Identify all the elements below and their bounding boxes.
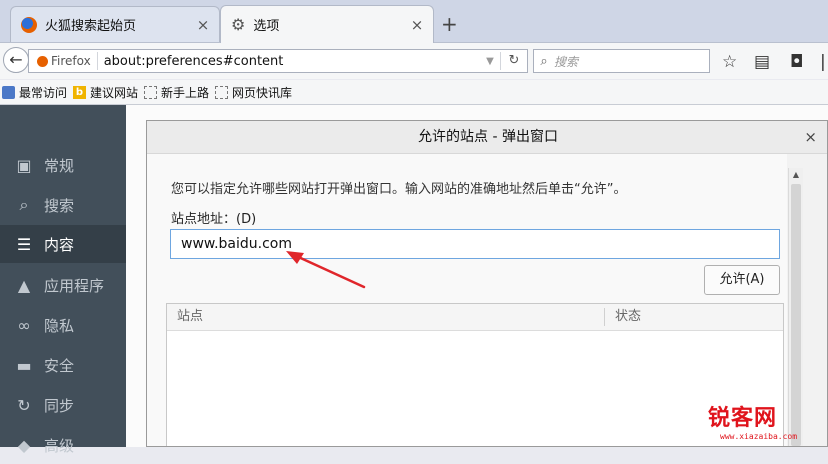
dialog-body: 您可以指定允许哪些网站打开弹出窗口。输入网站的准确地址然后单击“允许”。 站点地… [147, 154, 787, 446]
tab-label: 火狐搜索起始页 [45, 19, 137, 34]
pocket-icon[interactable]: ◘ [790, 52, 803, 72]
sidebar-item-label: 常规 [44, 156, 75, 175]
menu-icon[interactable]: | [820, 52, 826, 72]
gear-icon: ⚙ [231, 14, 246, 34]
sidebar-item-label: 内容 [44, 235, 75, 254]
site-identity[interactable]: Firefox [29, 52, 98, 70]
sidebar-item-label: 隐私 [44, 316, 75, 335]
sync-icon: ↻ [17, 395, 31, 415]
sidebar-item-label: 高级 [44, 436, 75, 455]
column-header-site[interactable]: 站点 [177, 304, 203, 330]
tab-firefox-start[interactable]: 火狐搜索起始页 × [10, 6, 220, 42]
reading-list-icon[interactable]: ▤ [754, 52, 770, 72]
firefox-icon [37, 55, 48, 67]
history-dropdown-icon[interactable]: ▼ [480, 56, 500, 67]
bookmark-web-slice-gallery[interactable]: 网页快讯库 [215, 84, 292, 101]
bookmark-icon [215, 85, 229, 99]
annotation-arrow [286, 251, 366, 289]
scroll-up-icon[interactable]: ▲ [789, 168, 803, 182]
bookmark-label: 最常访问 [19, 85, 68, 100]
bookmark-label: 建议网站 [90, 85, 139, 100]
search-icon: ⌕ [19, 195, 29, 214]
search-icon: ⌕ [540, 53, 548, 69]
address-label: 站点地址：(D) [171, 212, 257, 227]
sites-table: 站点 状态 [166, 303, 784, 446]
close-tab-icon[interactable]: × [409, 16, 425, 34]
rocket-icon: ▲ [17, 275, 31, 295]
url-bar[interactable]: Firefox about:preferences#content ▼ ↻ [28, 49, 528, 73]
tab-options[interactable]: ⚙ 选项 × [220, 5, 434, 43]
bing-icon: b [73, 85, 87, 99]
search-placeholder: 搜索 [554, 54, 579, 69]
folder-icon [2, 85, 15, 99]
search-input[interactable]: ⌕ 搜索 [533, 49, 710, 73]
column-header-status[interactable]: 状态 [615, 304, 641, 330]
content-icon: ☰ [16, 234, 32, 254]
site-address-input[interactable] [170, 229, 780, 259]
navigation-bar: Firefox about:preferences#content ▼ ↻ ← … [0, 43, 828, 79]
mask-icon: ∞ [17, 315, 31, 335]
sidebar-item-label: 应用程序 [44, 276, 105, 295]
watermark: 锐客网 www.xiazaiba.com [700, 388, 828, 447]
bookmark-suggested-sites[interactable]: b 建议网站 [73, 84, 138, 101]
preferences-sidebar: ▣ 常规 ⌕ 搜索 ☰ 内容 ▲ 应用程序 ∞ 隐私 ▬ 安全 ↻ 同步 ◆ 高… [0, 105, 126, 455]
sidebar-item-security[interactable]: ▬ 安全 [0, 346, 126, 384]
firefox-icon [21, 16, 37, 33]
back-button[interactable]: ← [3, 47, 29, 73]
sidebar-item-label: 搜索 [44, 196, 75, 215]
table-header: 站点 状态 [167, 304, 783, 331]
bookmark-label: 网页快讯库 [232, 85, 293, 100]
sidebar-item-label: 同步 [44, 396, 75, 415]
dialog-description: 您可以指定允许哪些网站打开弹出窗口。输入网站的准确地址然后单击“允许”。 [171, 182, 627, 197]
advanced-icon: ◆ [17, 435, 31, 455]
column-divider [604, 308, 605, 326]
sidebar-item-content[interactable]: ☰ 内容 [0, 225, 126, 263]
general-icon: ▣ [16, 155, 32, 175]
url-text[interactable]: about:preferences#content [98, 54, 480, 69]
sidebar-item-advanced[interactable]: ◆ 高级 [0, 426, 126, 464]
sidebar-item-search[interactable]: ⌕ 搜索 [0, 186, 126, 224]
sidebar-item-general[interactable]: ▣ 常规 [0, 146, 126, 184]
sidebar-item-applications[interactable]: ▲ 应用程序 [0, 266, 126, 304]
watermark-text: 锐客网 [708, 406, 778, 431]
identity-label: Firefox [51, 54, 91, 68]
watermark-url: www.xiazaiba.com [720, 432, 798, 441]
tab-label: 选项 [253, 19, 280, 34]
bookmark-label: 新手上路 [161, 85, 210, 100]
tab-strip: 火狐搜索起始页 × ⚙ 选项 × + [0, 0, 828, 43]
bookmark-getting-started[interactable]: 新手上路 [144, 84, 209, 101]
close-icon[interactable]: × [804, 128, 817, 146]
bookmark-star-icon[interactable]: ☆ [722, 52, 737, 72]
sidebar-item-label: 安全 [44, 356, 75, 375]
new-tab-button[interactable]: + [441, 12, 458, 36]
close-tab-icon[interactable]: × [195, 16, 211, 34]
sidebar-item-privacy[interactable]: ∞ 隐私 [0, 306, 126, 344]
reload-icon[interactable]: ↻ [500, 52, 527, 70]
security-icon: ▬ [16, 355, 32, 375]
bookmarks-toolbar: 最常访问 b 建议网站 新手上路 网页快讯库 [0, 80, 828, 105]
bookmark-icon [144, 85, 158, 99]
sidebar-item-sync[interactable]: ↻ 同步 [0, 386, 126, 424]
allow-button[interactable]: 允许(A) [704, 265, 780, 295]
bookmark-most-visited[interactable]: 最常访问 [2, 84, 67, 101]
dialog-title: 允许的站点 - 弹出窗口 [147, 121, 827, 154]
